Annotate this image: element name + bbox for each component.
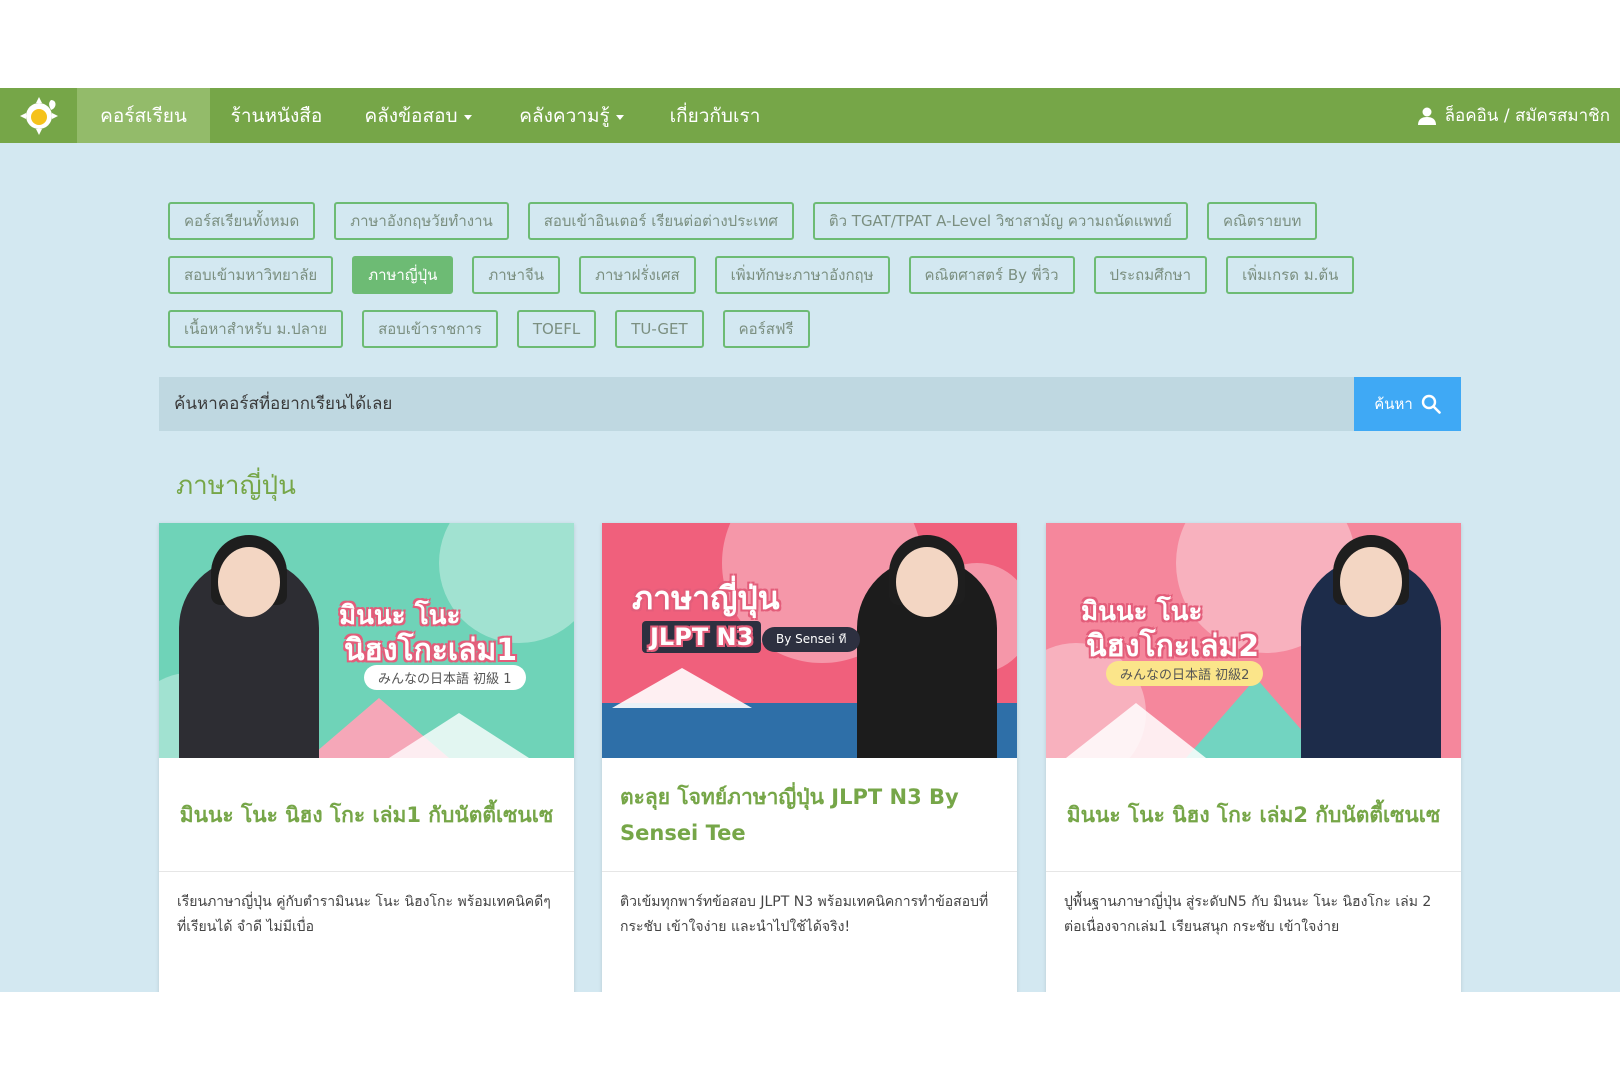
nav-knowledge-label: คลังความรู้	[519, 104, 610, 127]
category-senior-high[interactable]: เนื้อหาสำหรับ ม.ปลาย	[168, 310, 344, 348]
nav-courses[interactable]: คอร์สเรียน	[77, 88, 210, 143]
chevron-down-icon	[463, 114, 472, 120]
category-toefl[interactable]: TOEFL	[516, 310, 597, 348]
category-working-english[interactable]: ภาษาอังกฤษวัยทำงาน	[334, 202, 509, 240]
search-icon	[1421, 394, 1441, 414]
category-tgat-tpat[interactable]: ติว TGAT/TPAT A-Level วิชาสามัญ ความถนัด…	[812, 202, 1188, 240]
course-description: ปูพื้นฐานภาษาญี่ปุ่น สู่ระดับN5 กับ มินน…	[1064, 894, 1432, 935]
category-english-skills[interactable]: เพิ่มทักษะภาษาอังกฤษ	[714, 256, 890, 294]
nav-bookstore[interactable]: ร้านหนังสือ	[210, 88, 343, 143]
category-row: สอบเข้ามหาวิทยาลัย ภาษาญี่ปุ่น ภาษาจีน ภ…	[168, 256, 1468, 294]
search-button[interactable]: ค้นหา	[1354, 377, 1461, 431]
course-description: เรียนภาษาญี่ปุ่น คู่กับตำรามินนะ โนะ นิฮ…	[177, 894, 551, 935]
nav-exam-bank-label: คลังข้อสอบ	[364, 104, 458, 127]
sun-leaf-logo-icon	[19, 96, 58, 135]
category-university-entrance[interactable]: สอบเข้ามหาวิทยาลัย	[168, 256, 334, 294]
category-all-courses[interactable]: คอร์สเรียนทั้งหมด	[168, 202, 316, 240]
search-button-label: ค้นหา	[1374, 395, 1413, 413]
course-title[interactable]: มินนะ โนะ นิฮง โกะ เล่ม1 กับนัตตี้เซนเซ	[159, 758, 574, 872]
section-title: ภาษาญี่ปุ่น	[176, 471, 296, 501]
category-free-courses[interactable]: คอร์สฟรี	[722, 310, 810, 348]
thumbnail-subtitle: みんなの日本語 初級2	[1106, 661, 1264, 686]
category-tu-get[interactable]: TU-GET	[615, 310, 704, 348]
category-primary[interactable]: ประถมศึกษา	[1093, 256, 1208, 294]
category-math-by-view[interactable]: คณิตศาสตร์ By พี่วิว	[908, 256, 1075, 294]
course-title[interactable]: มินนะ โนะ นิฮง โกะ เล่ม2 กับนัตตี้เซนเซ	[1046, 758, 1461, 872]
chevron-down-icon	[615, 114, 624, 120]
nav-exam-bank[interactable]: คลังข้อสอบ	[343, 88, 493, 143]
category-junior-high[interactable]: เพิ่มเกรด ม.ต้น	[1226, 256, 1355, 294]
thumbnail-title-line2: JLPT N3	[642, 621, 762, 653]
course-description: ติวเข้มทุกพาร์ทข้อสอบ JLPT N3 พร้อมเทคนิ…	[620, 894, 989, 935]
course-thumbnail[interactable]: มินนะ โนะ นิฮงโกะเล่ม2 みんなの日本語 初級2	[1046, 523, 1461, 758]
thumbnail-subtitle: By Sensei ที	[762, 627, 861, 652]
category-chinese[interactable]: ภาษาจีน	[472, 256, 561, 294]
search-input[interactable]	[159, 377, 1354, 431]
course-card[interactable]: มินนะ โนะ นิฮงโกะเล่ม1 みんなの日本語 初級 1 มินน…	[159, 523, 574, 992]
course-card[interactable]: ภาษาญี่ปุ่น JLPT N3 By Sensei ที ตะลุย โ…	[602, 523, 1017, 992]
category-inter-exam[interactable]: สอบเข้าอินเตอร์ เรียนต่อต่างประเทศ	[527, 202, 794, 240]
nav-about[interactable]: เกี่ยวกับเรา	[650, 88, 780, 143]
course-search-bar: ค้นหา	[159, 377, 1461, 431]
category-filters: คอร์สเรียนทั้งหมด ภาษาอังกฤษวัยทำงาน สอบ…	[168, 202, 1468, 364]
category-civil-service[interactable]: สอบเข้าราชการ	[362, 310, 498, 348]
site-logo[interactable]	[0, 88, 77, 143]
category-row: เนื้อหาสำหรับ ม.ปลาย สอบเข้าราชการ TOEFL…	[168, 310, 1468, 348]
course-thumbnail[interactable]: มินนะ โนะ นิฮงโกะเล่ม1 みんなの日本語 初級 1	[159, 523, 574, 758]
nav-knowledge[interactable]: คลังความรู้	[493, 88, 650, 143]
login-register-label: ล็อคอิน / สมัครสมาชิก	[1444, 106, 1610, 126]
course-card[interactable]: มินนะ โนะ นิฮงโกะเล่ม2 みんなの日本語 初級2 มินนะ…	[1046, 523, 1461, 992]
nav-bookstore-label: ร้านหนังสือ	[230, 104, 323, 127]
category-french[interactable]: ภาษาฝรั่งเศส	[579, 256, 696, 294]
course-thumbnail[interactable]: ภาษาญี่ปุ่น JLPT N3 By Sensei ที	[602, 523, 1017, 758]
login-register-link[interactable]: ล็อคอิน / สมัครสมาชิก	[1417, 88, 1610, 143]
thumbnail-subtitle: みんなの日本語 初級 1	[364, 665, 526, 690]
category-math-chapter[interactable]: คณิตรายบท	[1206, 202, 1318, 240]
top-navbar: คอร์สเรียน ร้านหนังสือ คลังข้อสอบ คลังคว…	[0, 88, 1620, 143]
main-content: คอร์สเรียนทั้งหมด ภาษาอังกฤษวัยทำงาน สอบ…	[0, 143, 1620, 992]
category-row: คอร์สเรียนทั้งหมด ภาษาอังกฤษวัยทำงาน สอบ…	[168, 202, 1468, 240]
thumbnail-title-line1: ภาษาญี่ปุ่น	[632, 579, 780, 617]
category-japanese[interactable]: ภาษาญี่ปุ่น	[352, 256, 454, 294]
user-icon	[1417, 107, 1436, 125]
course-title[interactable]: ตะลุย โจทย์ภาษาญี่ปุ่น JLPT N3 By Sensei…	[602, 758, 1017, 872]
nav-about-label: เกี่ยวกับเรา	[669, 104, 761, 127]
nav-courses-label: คอร์สเรียน	[100, 104, 187, 127]
